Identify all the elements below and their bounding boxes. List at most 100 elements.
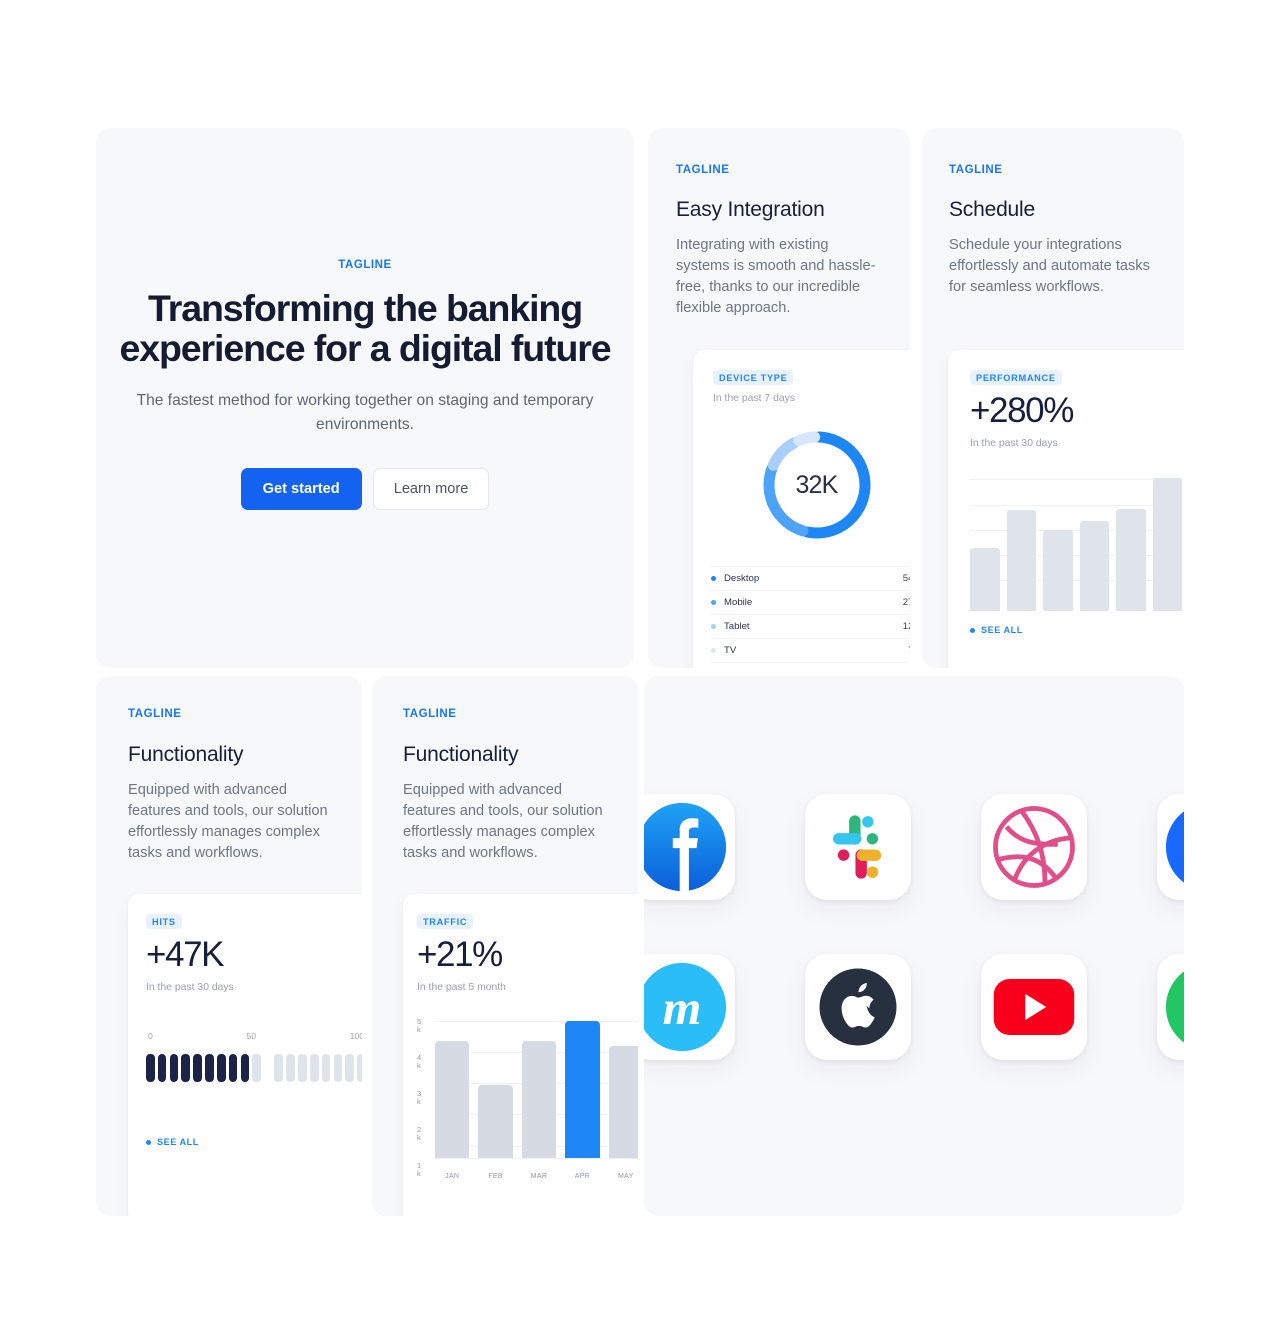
performance-note: In the past 30 days [970, 438, 1058, 449]
legend-swatch-icon [711, 576, 716, 581]
hero-actions: Get started Learn more [96, 468, 634, 510]
x-axis-label: MAY [618, 1173, 634, 1180]
device-type-legend: Desktop 54% Mobile 27% Tablet 12% TV 7% [711, 566, 910, 663]
hits-gauge-slider[interactable] [146, 1051, 362, 1085]
hero-card: TAGLINE Transforming the banking experie… [96, 128, 634, 668]
gauge-tick [240, 1054, 250, 1082]
slack-logo[interactable] [805, 794, 911, 900]
legend-label: Desktop [724, 573, 760, 584]
logo-cell [960, 954, 1108, 1112]
legend-value: 12% [902, 621, 910, 632]
integration-title: Easy Integration [676, 198, 825, 221]
traffic-tagline: TAGLINE [403, 708, 457, 720]
legend-row: Desktop 54% [711, 566, 910, 591]
bar-apr [565, 1021, 600, 1158]
page-title: Transforming the banking experience for … [119, 287, 611, 369]
gauge-tick [357, 1054, 362, 1082]
gauge-tick [286, 1054, 295, 1082]
legend-value: 7% [908, 645, 910, 656]
traffic-x-axis-labels: JAN FEB MAR APR MAY [435, 1173, 638, 1180]
axis-tick-max: 100 [349, 1031, 362, 1041]
bar [1079, 521, 1109, 611]
traffic-note: In the past 5 month [417, 982, 506, 993]
hits-chip: HITS [146, 914, 182, 929]
easy-integration-card: TAGLINE Easy Integration Integrating wit… [648, 128, 910, 668]
bullet-icon [146, 1139, 151, 1145]
learn-more-button[interactable]: Learn more [372, 468, 490, 510]
legend-row: Mobile 27% [711, 591, 910, 615]
hits-tagline: TAGLINE [128, 708, 182, 720]
traffic-chip: TRAFFIC [417, 914, 474, 929]
gauge-tick [216, 1054, 226, 1082]
axis-tick-mid: 50 [246, 1031, 256, 1041]
logo-cell: m [644, 954, 756, 1112]
gauge-tick [157, 1054, 167, 1082]
dribbble-logo[interactable] [981, 794, 1087, 900]
y-axis-tick-label: 3 k [417, 1088, 422, 1106]
hits-value: +47K [146, 935, 225, 974]
bar-feb [478, 1084, 513, 1158]
y-axis-tick-label: 4 k [417, 1053, 422, 1071]
schedule-card: TAGLINE Schedule Schedule your integrati… [922, 128, 1184, 668]
hits-note: In the past 30 days [146, 982, 234, 993]
traffic-body: Equipped with advanced features and tool… [403, 782, 603, 861]
integration-body: Integrating with existing systems is smo… [676, 237, 876, 316]
spotify-logo[interactable] [1157, 954, 1184, 1060]
gauge-handle[interactable] [264, 1051, 272, 1085]
functionality-hits-card: TAGLINE Functionality Equipped with adva… [96, 676, 362, 1216]
gauge-tick [345, 1054, 355, 1082]
get-started-button[interactable]: Get started [240, 468, 362, 510]
traffic-bar-chart: JAN FEB MAR APR MAY 5 k 4 k 3 k 2 k 1 k [417, 1015, 638, 1180]
gauge-tick [321, 1054, 331, 1082]
legend-label: Tablet [724, 621, 750, 632]
bullet-icon [970, 627, 975, 633]
logo-cell [644, 794, 756, 952]
hero-tagline: TAGLINE [338, 259, 392, 271]
facebook-logo[interactable] [644, 794, 735, 900]
logo-grid: Bē m [644, 794, 1184, 1112]
bar [1152, 478, 1182, 611]
legend-swatch-icon [711, 624, 716, 629]
integrations-logo-panel: Bē m [644, 676, 1184, 1216]
y-axis-tick-label: 5 k [417, 1017, 422, 1035]
gauge-tick [309, 1054, 319, 1082]
performance-widget: PERFORMANCE +280% In the past 30 days SE… [948, 350, 1184, 668]
bar-may [608, 1046, 638, 1158]
hits-widget: HITS +47K In the past 30 days 0 50 100 S… [128, 894, 362, 1216]
traffic-bars [435, 1015, 638, 1158]
x-axis-label: FEB [488, 1173, 503, 1180]
bar [1116, 508, 1146, 611]
performance-value: +280% [970, 391, 1074, 430]
device-type-donut-chart: 32K [754, 422, 880, 548]
apple-logo[interactable] [805, 954, 911, 1060]
logo-cell [1136, 954, 1184, 1112]
gauge-tick [228, 1054, 238, 1082]
hits-see-all-link[interactable]: SEE ALL [146, 1137, 362, 1147]
legend-value: 54% [902, 573, 910, 584]
gauge-tick [181, 1054, 191, 1082]
schedule-tagline: TAGLINE [949, 164, 1003, 176]
gauge-tick [205, 1054, 214, 1082]
traffic-title: Functionality [403, 743, 519, 766]
legend-swatch-icon [711, 648, 716, 653]
legend-row: TV 7% [711, 639, 910, 663]
integration-tagline: TAGLINE [676, 164, 730, 176]
hits-body: Equipped with advanced features and tool… [128, 782, 328, 861]
hero-subtext: The fastest method for working together … [136, 392, 594, 433]
gauge-tick [193, 1054, 202, 1082]
performance-see-all-link[interactable]: SEE ALL [970, 625, 1182, 635]
performance-chip: PERFORMANCE [970, 370, 1062, 385]
legend-label: Mobile [724, 597, 753, 608]
traffic-plot-area [435, 1015, 638, 1159]
bar-jan [435, 1041, 470, 1158]
gauge-tick [298, 1054, 307, 1082]
mailchimp-logo[interactable]: m [644, 954, 735, 1060]
performance-bars [970, 471, 1182, 611]
logo-cell: Bē [1136, 794, 1184, 952]
gauge-tick [146, 1054, 155, 1082]
device-type-widget: DEVICE TYPE In the past 7 days 32K Deskt… [693, 350, 910, 668]
legend-row: Tablet 12% [711, 615, 910, 639]
youtube-logo[interactable] [981, 954, 1087, 1060]
device-type-note: In the past 7 days [713, 393, 796, 404]
behance-logo[interactable]: Bē [1157, 794, 1184, 900]
